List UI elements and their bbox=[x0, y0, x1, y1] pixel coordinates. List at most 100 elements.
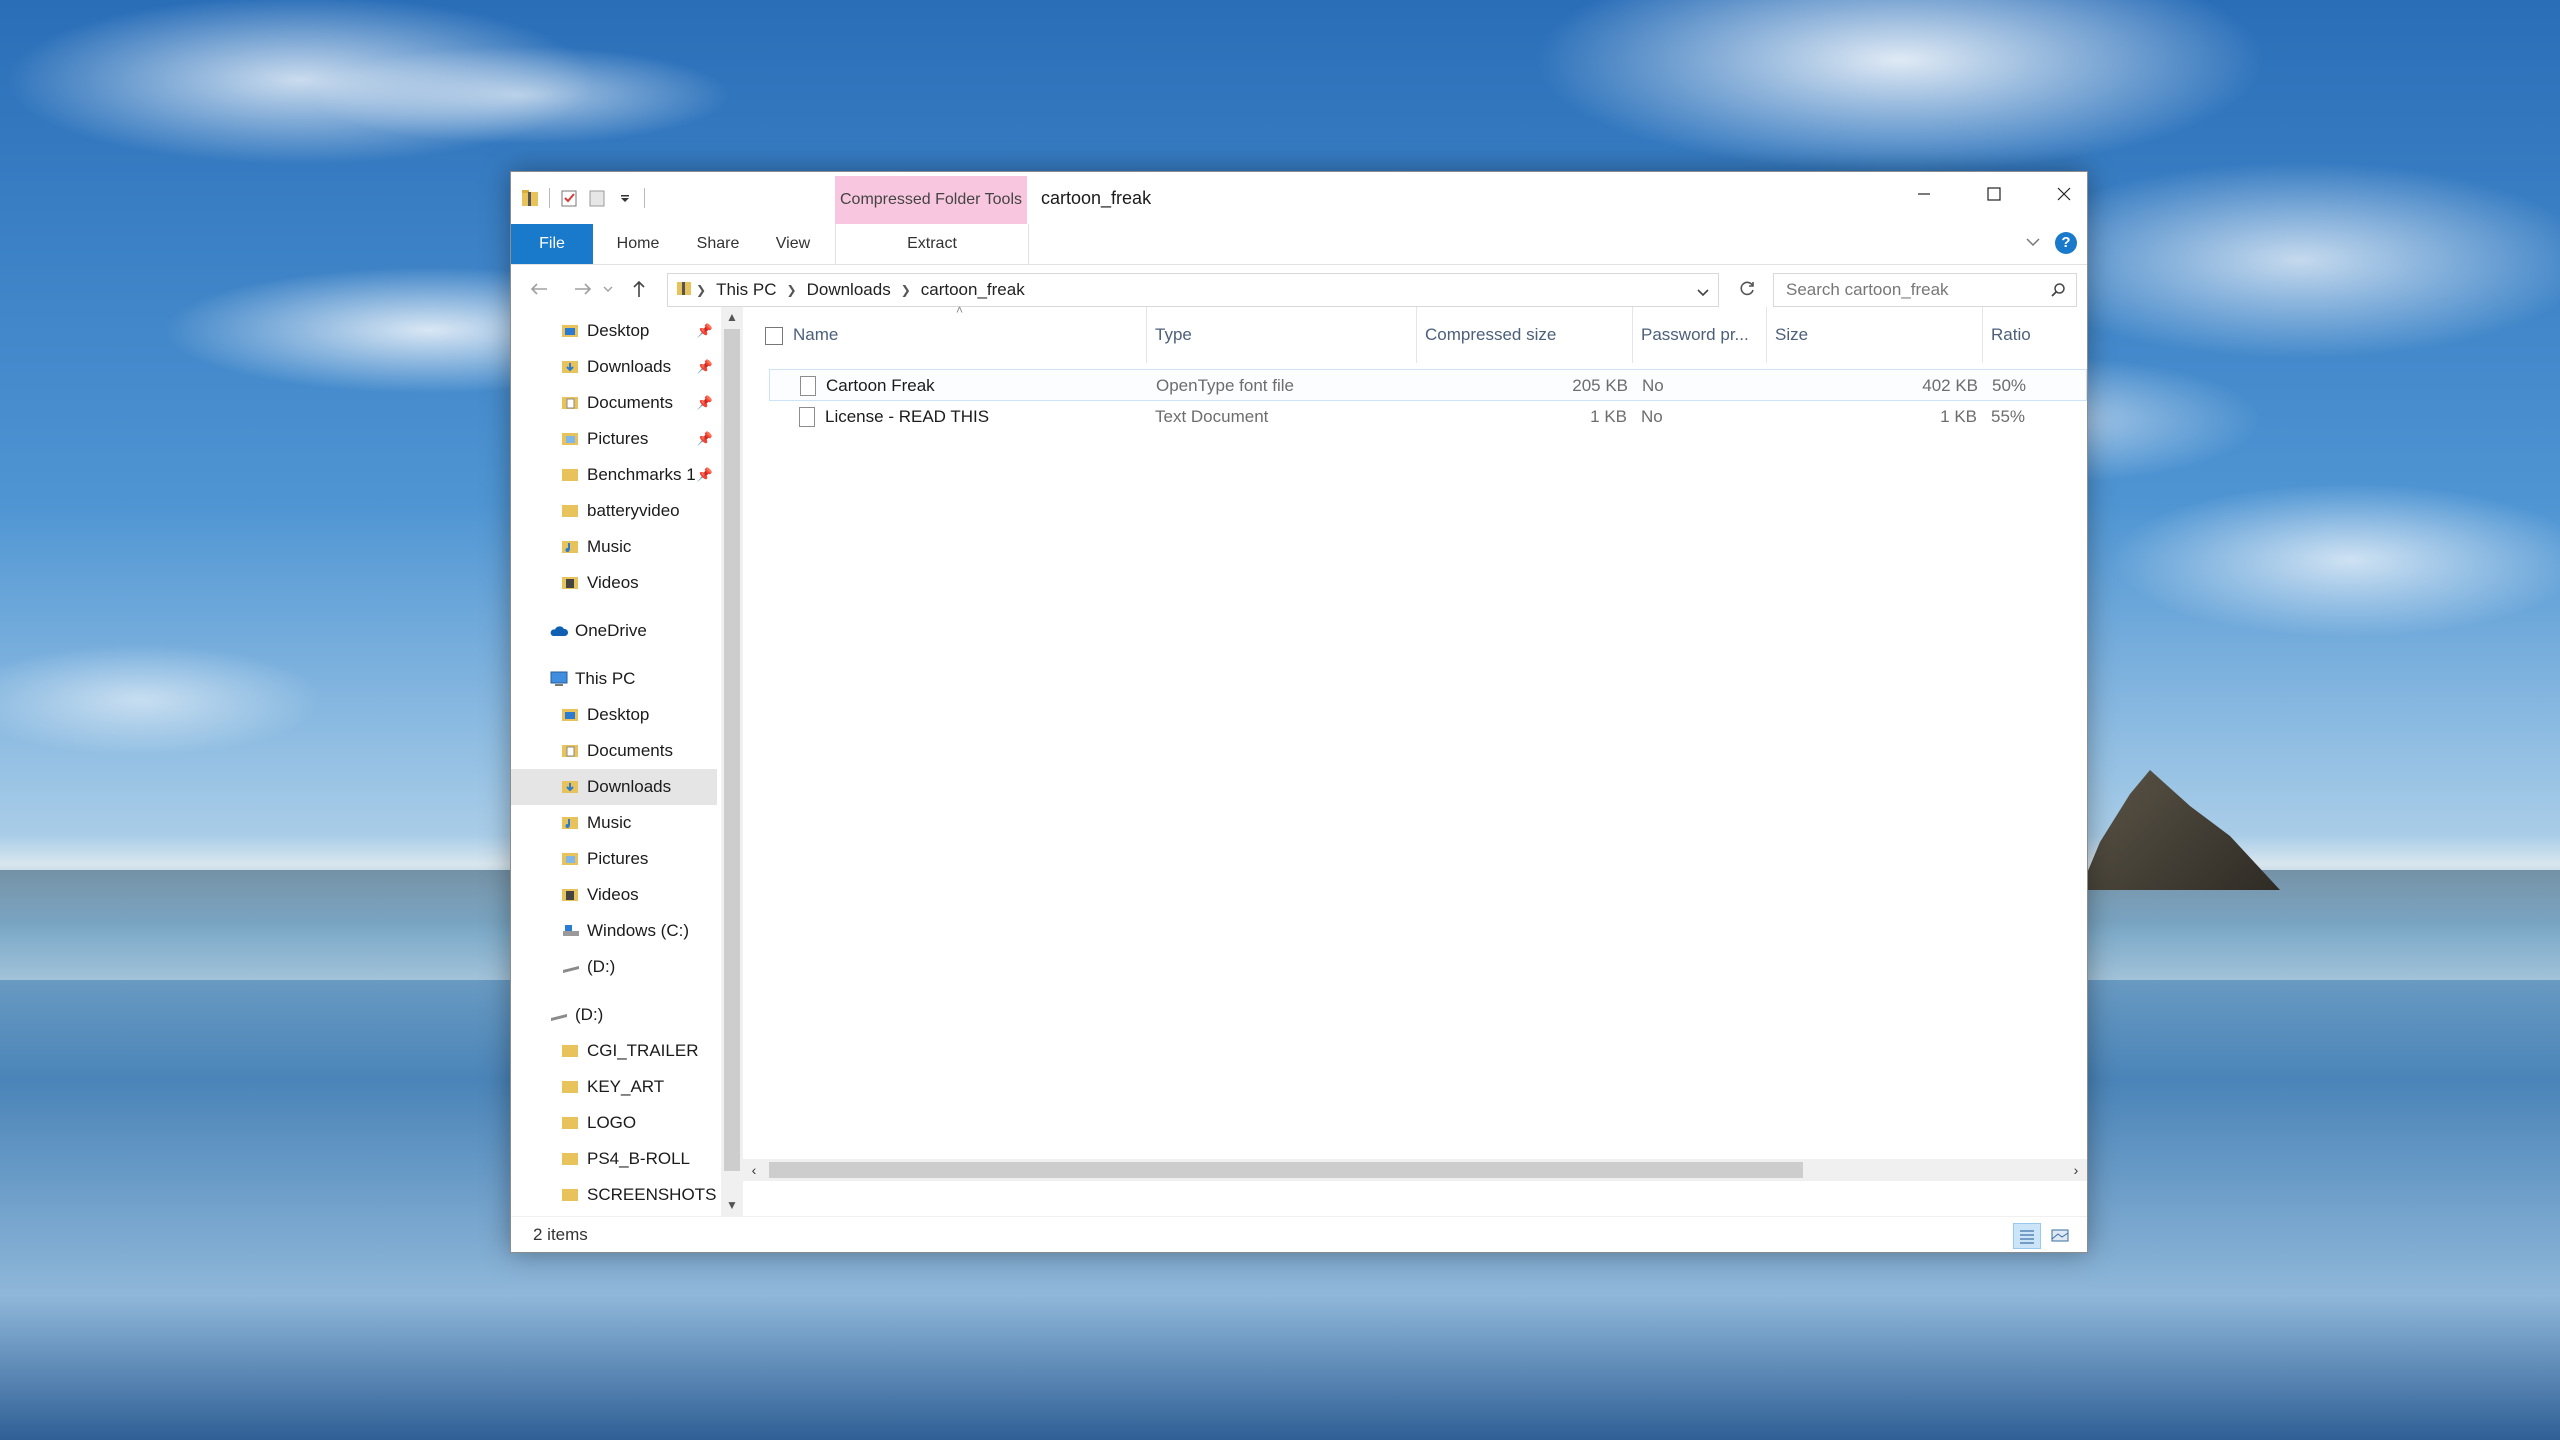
nav-item-label: Windows (C:) bbox=[587, 921, 690, 940]
folder-icon bbox=[561, 1079, 579, 1095]
nav-quick-pictures[interactable]: Pictures 📌 bbox=[511, 421, 717, 457]
scroll-up-icon[interactable]: ▲ bbox=[721, 307, 743, 327]
forward-button[interactable] bbox=[569, 275, 597, 303]
nav-item-label: LOGO bbox=[587, 1113, 637, 1132]
properties-icon[interactable] bbox=[560, 188, 578, 208]
column-header-ratio[interactable]: Ratio bbox=[1983, 307, 2087, 363]
nav-quick-desktop[interactable]: Desktop 📌 bbox=[511, 313, 717, 349]
details-view-button[interactable] bbox=[2013, 1223, 2041, 1249]
nav-quick-downloads[interactable]: Downloads 📌 bbox=[511, 349, 717, 385]
tab-extract[interactable]: Extract bbox=[835, 224, 1029, 264]
pin-icon[interactable]: 📌 bbox=[697, 323, 713, 339]
nav-pc-desktop[interactable]: Desktop bbox=[511, 697, 717, 733]
file-ratio: 55% bbox=[1991, 407, 2026, 426]
select-all-checkbox[interactable] bbox=[765, 327, 783, 345]
nav-pc-music[interactable]: Music bbox=[511, 805, 717, 841]
customize-qat-icon[interactable] bbox=[616, 188, 634, 208]
pin-icon[interactable]: 📌 bbox=[697, 395, 713, 411]
nav-onedrive[interactable]: OneDrive bbox=[511, 613, 717, 649]
scrollbar-thumb[interactable] bbox=[724, 329, 740, 1171]
back-arrow-icon bbox=[530, 283, 547, 295]
nav-quick-videos[interactable]: Videos bbox=[511, 565, 717, 601]
large-icons-view-button[interactable] bbox=[2047, 1223, 2075, 1249]
file-explorer-window: Compressed Folder Tools cartoon_freak Fi… bbox=[510, 171, 2088, 1253]
nav-item-label: Music bbox=[587, 537, 632, 556]
pin-icon[interactable]: 📌 bbox=[697, 431, 713, 447]
nav-pc-pictures[interactable]: Pictures bbox=[511, 841, 717, 877]
scroll-left-icon[interactable]: ‹ bbox=[743, 1159, 765, 1181]
help-icon[interactable]: ? bbox=[2055, 232, 2077, 254]
nav-this-pc[interactable]: This PC bbox=[511, 661, 717, 697]
back-button[interactable] bbox=[525, 275, 553, 303]
font-file-icon bbox=[800, 376, 816, 396]
scroll-right-icon[interactable]: › bbox=[2065, 1159, 2087, 1181]
pin-icon[interactable]: 📌 bbox=[697, 467, 713, 483]
nav-quick-benchmarks[interactable]: Benchmarks 1 📌 bbox=[511, 457, 717, 493]
file-list: ˄ Name Type Compressed size Password pr.… bbox=[743, 303, 2087, 1217]
nav-pc-d-drive[interactable]: (D:) bbox=[511, 949, 717, 985]
videos-folder-icon bbox=[561, 887, 579, 903]
nav-item-label: Videos bbox=[587, 885, 639, 904]
minimize-button[interactable] bbox=[1889, 172, 1959, 216]
nav-pc-documents[interactable]: Documents bbox=[511, 733, 717, 769]
horizontal-scrollbar[interactable]: ‹ › bbox=[743, 1159, 2087, 1181]
breadcrumb-downloads[interactable]: Downloads bbox=[807, 280, 891, 300]
nav-d-ps4-b-roll[interactable]: PS4_B-ROLL bbox=[511, 1141, 717, 1177]
address-dropdown-icon[interactable] bbox=[1696, 283, 1710, 303]
nav-d-cgi-trailer[interactable]: CGI_TRAILER bbox=[511, 1033, 717, 1069]
column-header-name[interactable]: Name bbox=[785, 307, 1147, 363]
nav-quick-music[interactable]: Music bbox=[511, 529, 717, 565]
pictures-folder-icon bbox=[561, 431, 579, 447]
nav-quick-documents[interactable]: Documents 📌 bbox=[511, 385, 717, 421]
nav-pc-windows-c[interactable]: Windows (C:) bbox=[511, 913, 717, 949]
scrollbar-thumb[interactable] bbox=[769, 1162, 1803, 1178]
nav-item-label: This PC bbox=[575, 669, 636, 688]
nav-item-label: (D:) bbox=[575, 1005, 604, 1024]
nav-pc-videos[interactable]: Videos bbox=[511, 877, 717, 913]
address-bar[interactable]: ❯ This PC ❯ Downloads ❯ cartoon_freak bbox=[667, 273, 1719, 307]
table-row[interactable]: License - READ THIS Text Document 1 KB N… bbox=[769, 401, 2087, 433]
nav-pc-downloads[interactable]: Downloads bbox=[511, 769, 717, 805]
table-row[interactable]: Cartoon Freak OpenType font file 205 KB … bbox=[769, 369, 2087, 401]
downloads-folder-icon bbox=[561, 779, 579, 795]
tab-file[interactable]: File bbox=[511, 224, 593, 264]
tab-share[interactable]: Share bbox=[683, 224, 753, 264]
nav-d-screenshots[interactable]: SCREENSHOTS bbox=[511, 1177, 717, 1213]
column-header-type[interactable]: Type bbox=[1147, 307, 1417, 363]
scroll-down-icon[interactable]: ▼ bbox=[721, 1195, 743, 1215]
column-header-password[interactable]: Password pr... bbox=[1633, 307, 1767, 363]
file-size: 402 KB bbox=[1922, 376, 1978, 395]
file-name: Cartoon Freak bbox=[826, 376, 935, 395]
nav-d-drive[interactable]: (D:) bbox=[511, 997, 717, 1033]
column-header-compressed-size[interactable]: Compressed size bbox=[1417, 307, 1633, 363]
breadcrumb-this-pc[interactable]: This PC bbox=[716, 280, 776, 300]
nav-pane-scrollbar[interactable]: ▲ ▼ bbox=[721, 307, 743, 1217]
nav-d-key-art[interactable]: KEY_ART bbox=[511, 1069, 717, 1105]
search-icon[interactable] bbox=[2050, 282, 2066, 303]
new-folder-icon[interactable] bbox=[588, 188, 606, 208]
file-size: 1 KB bbox=[1940, 407, 1977, 426]
cloud-icon bbox=[549, 623, 569, 639]
search-input[interactable] bbox=[1784, 279, 2038, 301]
maximize-button[interactable] bbox=[1959, 172, 2029, 216]
nav-item-label: Benchmarks 1 bbox=[587, 465, 696, 484]
close-button[interactable] bbox=[2029, 172, 2099, 216]
nav-item-label: Music bbox=[587, 813, 632, 832]
tab-view[interactable]: View bbox=[761, 224, 825, 264]
nav-quick-batteryvideo[interactable]: batteryvideo bbox=[511, 493, 717, 529]
column-header-size[interactable]: Size bbox=[1767, 307, 1983, 363]
music-folder-icon bbox=[561, 539, 579, 555]
breadcrumb-cartoon-freak[interactable]: cartoon_freak bbox=[921, 280, 1025, 300]
nav-item-label: batteryvideo bbox=[587, 501, 680, 520]
search-box[interactable] bbox=[1773, 273, 2077, 307]
zip-folder-icon bbox=[676, 279, 692, 302]
up-button[interactable] bbox=[625, 275, 653, 303]
computer-icon bbox=[549, 671, 568, 687]
tab-home[interactable]: Home bbox=[603, 224, 673, 264]
recent-locations-button[interactable] bbox=[599, 275, 617, 303]
pin-icon[interactable]: 📌 bbox=[697, 359, 713, 375]
nav-item-label: CGI_TRAILER bbox=[587, 1041, 699, 1060]
expand-ribbon-icon[interactable] bbox=[2025, 233, 2041, 253]
nav-d-logo[interactable]: LOGO bbox=[511, 1105, 717, 1141]
refresh-button[interactable] bbox=[1733, 275, 1761, 303]
